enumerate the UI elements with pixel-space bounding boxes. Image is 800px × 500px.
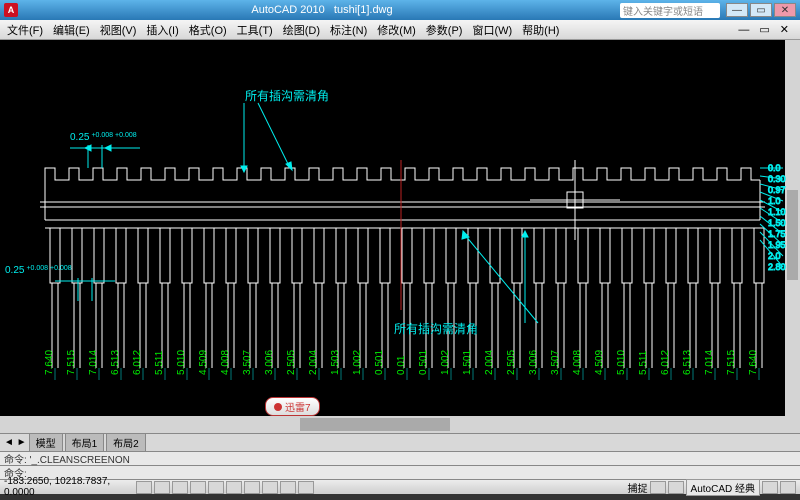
vdim-7: 4.509	[198, 350, 209, 375]
window-title: AutoCAD 2010 tushi[1].dwg	[24, 4, 620, 16]
vdim-8: 4.008	[220, 350, 231, 375]
qp-toggle[interactable]	[298, 481, 314, 494]
status-btn-d[interactable]	[780, 481, 796, 494]
osnap-toggle[interactable]	[208, 481, 224, 494]
vdim-19: 1.501	[462, 350, 473, 375]
menu-insert[interactable]: 插入(I)	[143, 21, 181, 39]
snap-label: 捕捉	[628, 480, 648, 495]
status-btn-b[interactable]	[668, 481, 684, 494]
dyn-toggle[interactable]	[262, 481, 278, 494]
command-history: 命令: '_.CLEANSCREENON	[0, 451, 800, 465]
ducs-toggle[interactable]	[244, 481, 260, 494]
vdim-30: 7.014	[704, 350, 715, 375]
rdim-3: 1.0	[768, 196, 781, 206]
status-btn-c[interactable]	[762, 481, 778, 494]
menu-format[interactable]: 格式(O)	[186, 21, 230, 39]
titlebar: A AutoCAD 2010 tushi[1].dwg 键入关键字或短语 — ▭…	[0, 0, 800, 20]
vdim-29: 6.513	[682, 350, 693, 375]
vdim-4: 6.012	[132, 350, 143, 375]
vdim-17: 0.501	[418, 350, 429, 375]
menu-file[interactable]: 文件(F)	[4, 21, 46, 39]
menu-edit[interactable]: 编辑(E)	[50, 21, 93, 39]
vdim-11: 2.505	[286, 350, 297, 375]
dim-left: 0.25+0.008 +0.008	[5, 265, 72, 276]
search-input[interactable]: 键入关键字或短语	[620, 3, 720, 18]
menu-window[interactable]: 窗口(W)	[469, 21, 515, 39]
menu-draw[interactable]: 绘图(D)	[280, 21, 323, 39]
vdim-21: 2.505	[506, 350, 517, 375]
snap-toggle[interactable]	[136, 481, 152, 494]
menu-dim[interactable]: 标注(N)	[327, 21, 370, 39]
annotation-bottom: 所有插沟需清角	[394, 322, 478, 336]
vdim-20: 2.004	[484, 350, 495, 375]
coord-readout: -183.2650, 10218.7837, 0.0000	[4, 476, 134, 498]
vdim-18: 1.002	[440, 350, 451, 375]
workspace-combo[interactable]: AutoCAD 经典	[686, 479, 760, 496]
otrack-toggle[interactable]	[226, 481, 242, 494]
menu-tools[interactable]: 工具(T)	[234, 21, 276, 39]
grid-toggle[interactable]	[154, 481, 170, 494]
doc-maximize-button[interactable]: ▭	[756, 22, 772, 37]
tab-nav[interactable]: ◄ ►	[4, 437, 27, 448]
minimize-button[interactable]: —	[726, 3, 748, 17]
menu-view[interactable]: 视图(V)	[97, 21, 140, 39]
vdim-25: 4.509	[594, 350, 605, 375]
app-logo-icon[interactable]: A	[4, 3, 18, 17]
vdim-16: 0.01	[396, 355, 407, 375]
vdim-24: 4.008	[572, 350, 583, 375]
doc-close-button[interactable]: ✕	[777, 22, 792, 37]
polar-toggle[interactable]	[190, 481, 206, 494]
vdim-3: 6.513	[110, 350, 121, 375]
vdim-31: 7.515	[726, 350, 737, 375]
rdim-7: 1.95	[768, 240, 786, 250]
vdim-10: 3.006	[264, 350, 275, 375]
vdim-2: 7.014	[88, 350, 99, 375]
vdim-28: 6.012	[660, 350, 671, 375]
vdim-27: 5.511	[638, 350, 649, 375]
vdim-26: 5.010	[616, 350, 627, 375]
xunlei-icon	[274, 403, 282, 411]
menubar: 文件(F) 编辑(E) 视图(V) 插入(I) 格式(O) 工具(T) 绘图(D…	[0, 20, 800, 40]
ortho-toggle[interactable]	[172, 481, 188, 494]
vdim-14: 1.002	[352, 350, 363, 375]
drawing-canvas[interactable]: 0.00.300.971.01.101.501.751.952.02.80 7.…	[0, 40, 800, 433]
maximize-button[interactable]: ▭	[750, 3, 772, 17]
status-btn-a[interactable]	[650, 481, 666, 494]
vdim-6: 5.010	[176, 350, 187, 375]
vdim-13: 1.503	[330, 350, 341, 375]
statusbar: -183.2650, 10218.7837, 0.0000 捕捉 AutoCAD…	[0, 479, 800, 494]
vdim-9: 3.507	[242, 350, 253, 375]
doc-minimize-button[interactable]: —	[735, 23, 752, 37]
close-button[interactable]: ✕	[774, 3, 796, 17]
vdim-12: 2.004	[308, 350, 319, 375]
vdim-0: 7.640	[44, 350, 55, 375]
xunlei-popup[interactable]: 迅雷7	[265, 397, 320, 416]
tab-layout2[interactable]: 布局2	[106, 433, 146, 452]
tab-model[interactable]: 模型	[29, 433, 63, 452]
menu-help[interactable]: 帮助(H)	[519, 21, 562, 39]
rdim-5: 1.50	[768, 218, 786, 228]
lwt-toggle[interactable]	[280, 481, 296, 494]
vdim-15: 0.501	[374, 350, 385, 375]
menu-modify[interactable]: 修改(M)	[374, 21, 419, 39]
cad-drawing: 0.00.300.971.01.101.501.751.952.02.80 7.…	[0, 40, 800, 433]
rdim-9: 2.80	[768, 262, 786, 272]
rdim-0: 0.0	[768, 163, 781, 173]
vdim-32: 7.640	[748, 350, 759, 375]
dim-top: 0.25+0.008 +0.008	[70, 132, 137, 143]
layout-tabs: ◄ ► 模型 布局1 布局2	[0, 433, 800, 451]
rdim-2: 0.97	[768, 185, 786, 195]
tab-layout1[interactable]: 布局1	[65, 433, 105, 452]
rdim-1: 0.30	[768, 174, 786, 184]
vdim-23: 3.507	[550, 350, 561, 375]
vdim-5: 5.511	[154, 350, 165, 375]
vdim-22: 3.006	[528, 350, 539, 375]
vdim-1: 7.515	[66, 350, 77, 375]
annotation-top: 所有插沟需清角	[245, 89, 329, 103]
menu-param[interactable]: 参数(P)	[423, 21, 466, 39]
